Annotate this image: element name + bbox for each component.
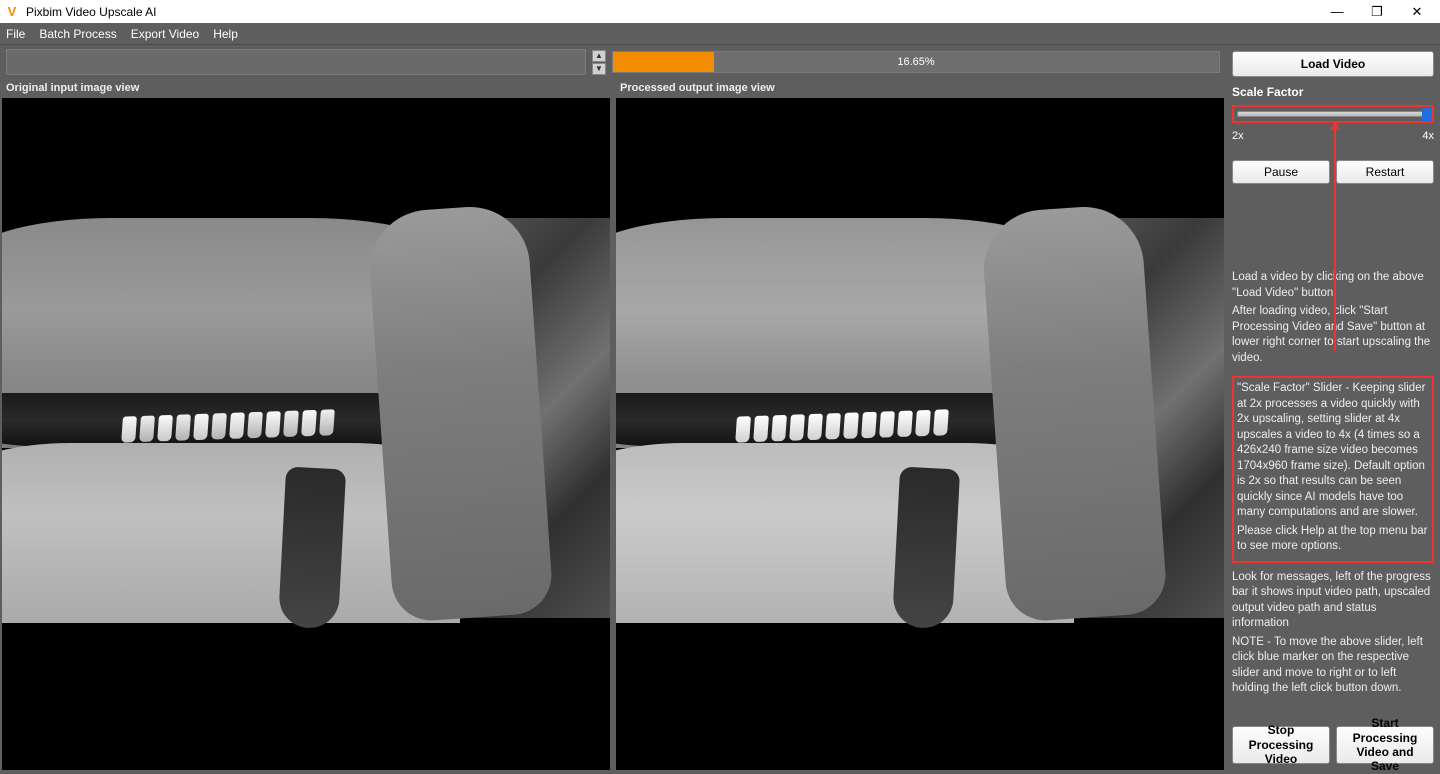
menu-file[interactable]: File bbox=[6, 27, 25, 41]
start-processing-button[interactable]: Start Processing Video and Save bbox=[1336, 726, 1434, 764]
menu-bar: File Batch Process Export Video Help bbox=[0, 23, 1440, 45]
app-title: Pixbim Video Upscale AI bbox=[26, 5, 1328, 19]
minimize-button[interactable]: — bbox=[1328, 4, 1346, 20]
frame-stepper: ▲ ▼ bbox=[592, 50, 606, 75]
video-path-display bbox=[6, 49, 586, 75]
menu-export-video[interactable]: Export Video bbox=[131, 27, 200, 41]
instructions-text-2: Look for messages, left of the progress … bbox=[1232, 570, 1434, 700]
processed-image-view bbox=[616, 98, 1224, 770]
stepper-up-button[interactable]: ▲ bbox=[592, 50, 606, 62]
original-view-label: Original input image view bbox=[2, 79, 610, 98]
pause-button[interactable]: Pause bbox=[1232, 160, 1330, 184]
toolbar-row: ▲ ▼ 16.65% bbox=[0, 45, 1226, 79]
scale-instructions-highlight: "Scale Factor" Slider - Keeping slider a… bbox=[1232, 376, 1434, 563]
title-bar: V Pixbim Video Upscale AI — ❐ ✕ bbox=[0, 0, 1440, 23]
scale-factor-slider-highlight bbox=[1232, 105, 1434, 123]
stepper-down-button[interactable]: ▼ bbox=[592, 63, 606, 75]
close-button[interactable]: ✕ bbox=[1408, 4, 1426, 20]
menu-batch-process[interactable]: Batch Process bbox=[39, 27, 116, 41]
progress-bar: 16.65% bbox=[612, 51, 1220, 73]
progress-text: 16.65% bbox=[897, 56, 934, 68]
menu-help[interactable]: Help bbox=[213, 27, 238, 41]
scale-factor-slider-thumb[interactable] bbox=[1422, 108, 1432, 122]
restart-button[interactable]: Restart bbox=[1336, 160, 1434, 184]
scale-min-label: 2x bbox=[1232, 130, 1244, 142]
app-logo-icon: V bbox=[4, 4, 20, 20]
instructions-text: Load a video by clicking on the above "L… bbox=[1232, 270, 1434, 369]
maximize-button[interactable]: ❐ bbox=[1368, 4, 1386, 20]
processed-view-label: Processed output image view bbox=[616, 79, 1224, 98]
load-video-button[interactable]: Load Video bbox=[1232, 51, 1434, 77]
scale-max-label: 4x bbox=[1422, 130, 1434, 142]
scale-factor-label: Scale Factor bbox=[1232, 85, 1434, 99]
scale-factor-slider[interactable] bbox=[1237, 111, 1429, 117]
settings-panel: Load Video Scale Factor 2x 4x Pause Rest… bbox=[1226, 45, 1440, 770]
original-image-view bbox=[2, 98, 610, 770]
stop-processing-button[interactable]: Stop Processing Video bbox=[1232, 726, 1330, 764]
